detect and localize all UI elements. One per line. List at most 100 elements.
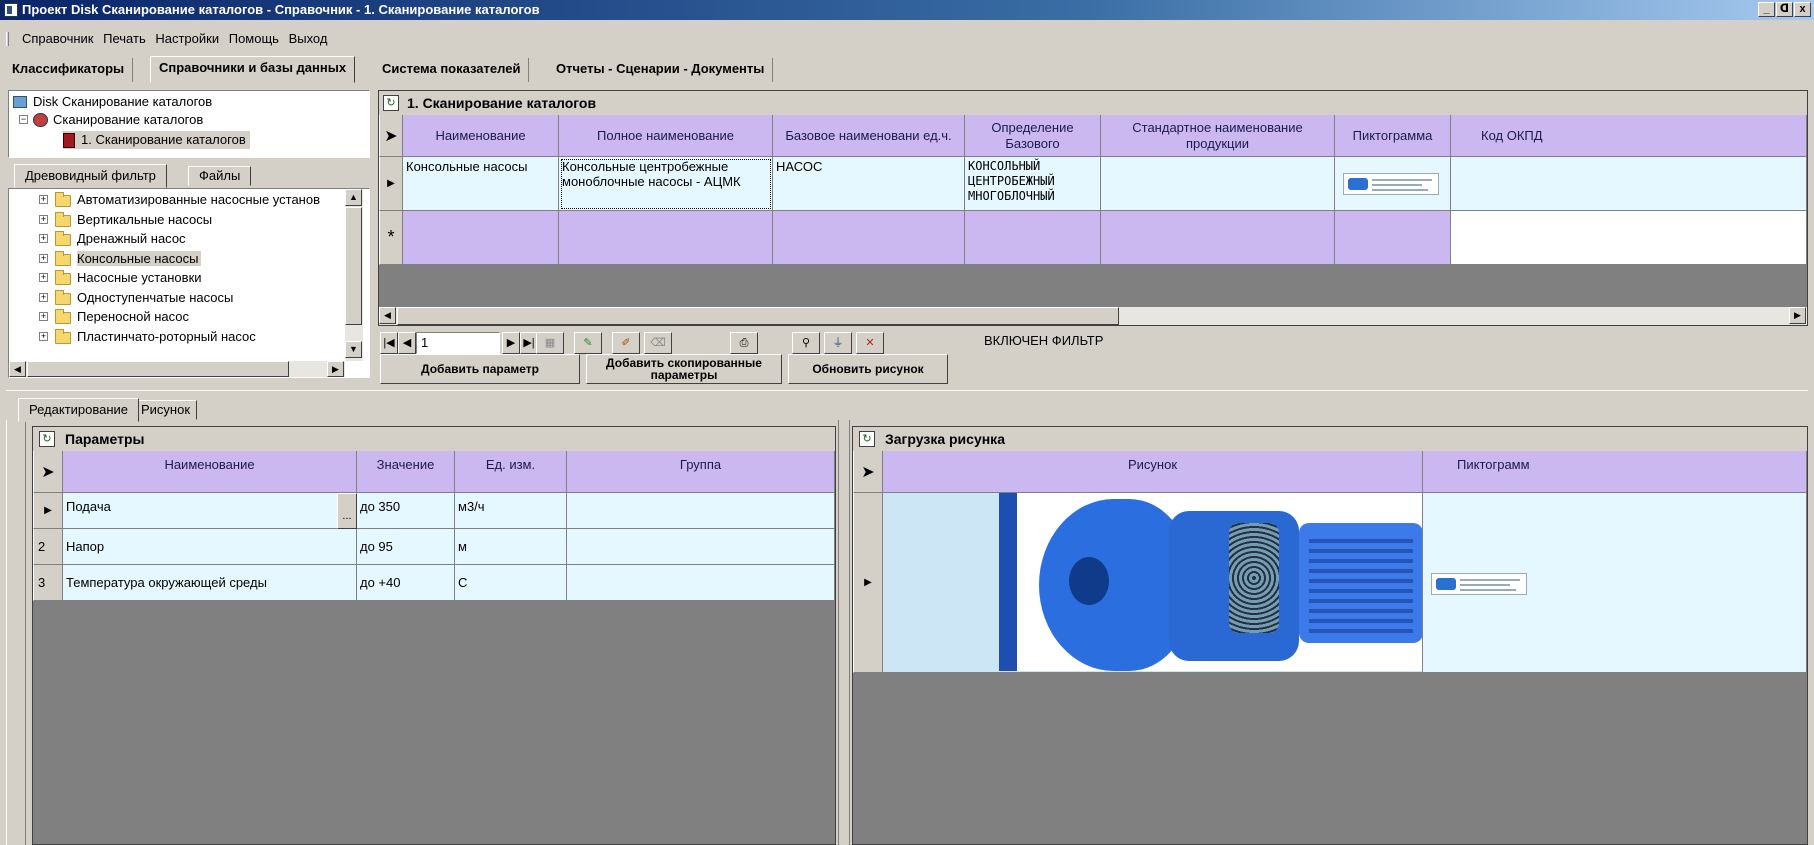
scroll-up-icon[interactable]: ▲ xyxy=(345,189,362,206)
param-unit-cell[interactable]: м3/ч xyxy=(455,493,567,529)
col-pictogram[interactable]: Пиктограмма xyxy=(1335,115,1451,157)
picture-cell[interactable] xyxy=(883,493,1423,673)
folder-hscroll[interactable]: ◀ ▶ xyxy=(9,361,345,377)
next-record-icon[interactable]: ▶ xyxy=(502,332,520,354)
folder-vscroll[interactable]: ▲ ▼ xyxy=(345,189,363,361)
col-picture[interactable]: Рисунок xyxy=(883,451,1423,493)
scroll-right-icon[interactable]: ▶ xyxy=(1789,307,1806,324)
collapse-icon[interactable]: − xyxy=(19,115,28,124)
picture-pictogram-cell[interactable] xyxy=(1423,493,1807,673)
new-row-cell[interactable] xyxy=(403,211,559,265)
find-icon[interactable]: ⚲ xyxy=(792,332,820,354)
catalog-hscroll[interactable]: ◀ ▶ xyxy=(379,307,1807,325)
folder-item[interactable]: + Вертикальные насосы xyxy=(39,211,215,229)
col-full-name[interactable]: Полное наименование xyxy=(559,115,773,157)
folder-item[interactable]: + Пластинчато-роторный насос xyxy=(39,328,259,346)
new-row-cell[interactable] xyxy=(965,211,1101,265)
hscroll-thumb[interactable] xyxy=(397,307,1119,325)
col-base-name[interactable]: Базовое наименовани ед.ч. xyxy=(773,115,965,157)
new-row-cell[interactable] xyxy=(1451,211,1807,265)
menu-exit[interactable]: Выход xyxy=(289,31,328,46)
refresh-picture-button[interactable]: Обновить рисунок xyxy=(788,354,948,384)
tab-picture[interactable]: Рисунок xyxy=(134,400,198,420)
prev-record-icon[interactable]: ◀ xyxy=(398,332,416,354)
scroll-down-icon[interactable]: ▼ xyxy=(345,341,362,358)
expand-icon[interactable]: + xyxy=(39,292,48,302)
cell-definition[interactable]: КОНСОЛЬНЫЙ ЦЕНТРОБЕЖНЫЙ МНОГОБЛОЧНЫЙ xyxy=(965,157,1101,211)
param-name-cell[interactable]: Температура окружающей среды xyxy=(63,565,357,601)
param-value-cell[interactable]: до +40 xyxy=(357,565,455,601)
new-row-cell[interactable] xyxy=(1101,211,1335,265)
menu-settings[interactable]: Настройки xyxy=(155,31,219,46)
tab-reports[interactable]: Отчеты - Сценарии - Документы xyxy=(548,58,774,82)
tree-root[interactable]: Disk Сканирование каталогов xyxy=(13,93,212,111)
col-pictogram[interactable]: Пиктограмм xyxy=(1423,451,1807,493)
param-group-cell[interactable] xyxy=(567,565,835,601)
tab-directories[interactable]: Справочники и базы данных xyxy=(150,56,356,83)
tab-editing[interactable]: Редактирование xyxy=(18,398,140,422)
first-record-icon[interactable]: |◀ xyxy=(380,332,398,354)
record-number-field[interactable]: 1 xyxy=(416,332,500,354)
expand-icon[interactable]: + xyxy=(39,195,48,204)
cell-name[interactable]: Консольные насосы xyxy=(403,157,559,211)
filter-icon[interactable]: ⏚ xyxy=(824,332,852,354)
hscroll-thumb[interactable] xyxy=(27,361,289,377)
minimize-button[interactable]: _ xyxy=(1758,2,1775,17)
expand-icon[interactable]: + xyxy=(39,234,48,243)
param-unit-cell[interactable]: С xyxy=(455,565,567,601)
col-okpd[interactable]: Код ОКПД xyxy=(1451,115,1807,157)
param-name-cell[interactable]: Подача xyxy=(63,493,357,529)
ellipsis-button[interactable]: ... xyxy=(337,493,357,529)
param-name-cell[interactable]: Напор xyxy=(63,529,357,565)
expand-icon[interactable]: + xyxy=(39,273,48,282)
cell-full-name[interactable]: Консольные центробежные моноблочные насо… xyxy=(559,157,773,211)
folder-item[interactable]: + Консольные насосы xyxy=(39,250,202,268)
scroll-left-icon[interactable]: ◀ xyxy=(379,307,396,324)
col-param-value[interactable]: Значение xyxy=(357,451,455,493)
col-name[interactable]: Наименование xyxy=(403,115,559,157)
scroll-right-icon[interactable]: ▶ xyxy=(327,361,344,377)
expand-icon[interactable]: + xyxy=(39,312,48,321)
col-param-name[interactable]: Наименование xyxy=(63,451,357,493)
folder-item[interactable]: + Переносной насос xyxy=(39,308,192,326)
cell-pictogram[interactable] xyxy=(1335,157,1451,211)
refresh-icon[interactable]: ↻ xyxy=(383,95,399,111)
folder-item[interactable]: + Насосные установки xyxy=(39,269,205,287)
new-row-cell[interactable] xyxy=(1335,211,1451,265)
add-record-icon[interactable]: ✎ xyxy=(574,332,602,354)
print-icon[interactable]: ⎙ xyxy=(730,332,758,354)
folder-item[interactable]: + Одноступенчатые насосы xyxy=(39,289,236,307)
search-record-icon[interactable]: ▦ xyxy=(536,332,564,354)
cell-okpd[interactable] xyxy=(1451,157,1807,211)
expand-icon[interactable]: + xyxy=(39,331,48,341)
tree-leaf-selected[interactable]: 1. Сканирование каталогов xyxy=(63,131,250,149)
folder-item[interactable]: + Дренажный насос xyxy=(39,230,189,248)
cell-std-name[interactable] xyxy=(1101,157,1335,211)
col-std-name[interactable]: Стандартное наименование продукции xyxy=(1101,115,1335,157)
param-value-cell[interactable]: до 350 xyxy=(357,493,455,529)
add-copied-params-button[interactable]: Добавить скопированные параметры xyxy=(586,354,782,384)
delete-record-icon[interactable]: ⌫ xyxy=(644,332,672,354)
clear-filter-icon[interactable]: ✕ xyxy=(856,332,884,354)
col-definition[interactable]: Определение Базового xyxy=(965,115,1101,157)
expand-icon[interactable]: + xyxy=(39,253,48,263)
param-unit-cell[interactable]: м xyxy=(455,529,567,565)
tab-tree-filter[interactable]: Древовидный фильтр xyxy=(14,164,167,188)
param-group-cell[interactable] xyxy=(567,529,835,565)
param-value-cell[interactable]: до 95 xyxy=(357,529,455,565)
tab-classifiers[interactable]: Классификаторы xyxy=(4,58,134,82)
expand-icon[interactable]: + xyxy=(39,214,48,224)
menu-print[interactable]: Печать xyxy=(103,31,146,46)
cell-base-name[interactable]: НАСОС xyxy=(773,157,965,211)
param-group-cell[interactable] xyxy=(567,493,835,529)
menu-spravochnik[interactable]: Справочник xyxy=(22,31,94,46)
tab-indicators[interactable]: Система показателей xyxy=(374,58,530,82)
new-row-cell[interactable] xyxy=(773,211,965,265)
add-parameter-button[interactable]: Добавить параметр xyxy=(380,354,580,384)
col-param-group[interactable]: Группа xyxy=(567,451,835,493)
tab-files[interactable]: Файлы xyxy=(188,166,252,186)
restore-button[interactable]: ᗡ xyxy=(1776,2,1793,17)
new-row-cell[interactable] xyxy=(559,211,773,265)
tree-child[interactable]: − Сканирование каталогов xyxy=(19,111,203,129)
folder-item[interactable]: + Автоматизированные насосные установ xyxy=(39,191,323,209)
